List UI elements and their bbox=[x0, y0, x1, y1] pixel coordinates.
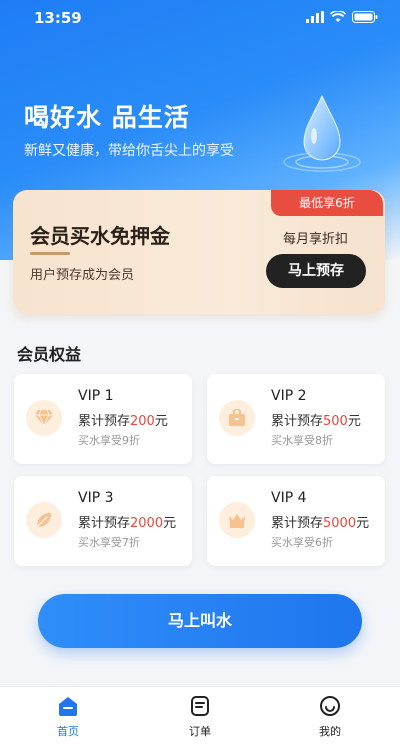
tab-label: 订单 bbox=[189, 725, 211, 738]
call-water-button[interactable]: 马上叫水 bbox=[38, 594, 362, 648]
vip-card-3[interactable]: VIP 3 累计预存2000元 买水享受7折 bbox=[14, 476, 192, 566]
battery-icon bbox=[352, 11, 378, 23]
status-bar: 13:59 bbox=[0, 0, 400, 36]
profile-icon bbox=[320, 696, 340, 716]
title-underline bbox=[30, 252, 70, 255]
vip-name: VIP 1 bbox=[78, 388, 114, 404]
hero-title: 喝好水 品生活 bbox=[24, 103, 190, 132]
monthly-discount-text: 每月享折扣 bbox=[283, 232, 349, 247]
diamond-icon bbox=[26, 400, 62, 436]
vip-requirement: 累计预存500元 bbox=[271, 414, 361, 429]
vip-amount: 5000 bbox=[323, 516, 357, 531]
vip-name: VIP 4 bbox=[271, 490, 307, 506]
vip-amount: 2000 bbox=[130, 516, 164, 531]
vip-requirement: 累计预存2000元 bbox=[78, 516, 177, 531]
prestore-button[interactable]: 马上预存 bbox=[266, 254, 366, 288]
status-time: 13:59 bbox=[34, 9, 82, 27]
hero-subtitle: 新鲜又健康，带给你舌尖上的享受 bbox=[24, 143, 234, 159]
member-card[interactable]: 会员买水免押金 用户预存成为会员 最低享6折 每月享折扣 马上预存 bbox=[13, 190, 385, 314]
tab-orders[interactable]: 订单 bbox=[160, 693, 240, 739]
vip-requirement: 累计预存5000元 bbox=[271, 516, 370, 531]
member-card-subtitle: 用户预存成为会员 bbox=[30, 268, 135, 283]
tab-label: 我的 bbox=[319, 725, 341, 738]
tab-label: 首页 bbox=[57, 725, 79, 738]
vip-amount: 200 bbox=[130, 414, 155, 429]
tab-bar: 首页 订单 我的 bbox=[0, 686, 400, 751]
crown-icon bbox=[219, 502, 255, 538]
member-card-title: 会员买水免押金 bbox=[30, 224, 170, 248]
tab-profile[interactable]: 我的 bbox=[290, 693, 370, 739]
signal-icon bbox=[306, 11, 324, 23]
order-icon bbox=[191, 696, 209, 716]
vip-card-1[interactable]: VIP 1 累计预存200元 买水享受9折 bbox=[14, 374, 192, 464]
vip-discount: 买水享受7折 bbox=[78, 536, 140, 549]
tab-home[interactable]: 首页 bbox=[28, 693, 108, 739]
vip-discount: 买水享受8折 bbox=[271, 434, 333, 447]
vip-requirement: 累计预存200元 bbox=[78, 414, 168, 429]
vip-discount: 买水享受6折 bbox=[271, 536, 333, 549]
water-drop-icon bbox=[283, 94, 361, 172]
discount-badge: 最低享6折 bbox=[271, 190, 383, 216]
vip-amount: 500 bbox=[323, 414, 348, 429]
home-icon bbox=[59, 697, 77, 716]
vip-discount: 买水享受9折 bbox=[78, 434, 140, 447]
vip-card-4[interactable]: VIP 4 累计预存5000元 买水享受6折 bbox=[207, 476, 385, 566]
bag-icon bbox=[219, 400, 255, 436]
vip-name: VIP 3 bbox=[78, 490, 114, 506]
leaf-icon bbox=[26, 502, 62, 538]
wifi-icon bbox=[330, 11, 346, 22]
benefits-title: 会员权益 bbox=[17, 345, 82, 364]
status-icons bbox=[306, 11, 378, 23]
vip-card-2[interactable]: VIP 2 累计预存500元 买水享受8折 bbox=[207, 374, 385, 464]
vip-name: VIP 2 bbox=[271, 388, 307, 404]
